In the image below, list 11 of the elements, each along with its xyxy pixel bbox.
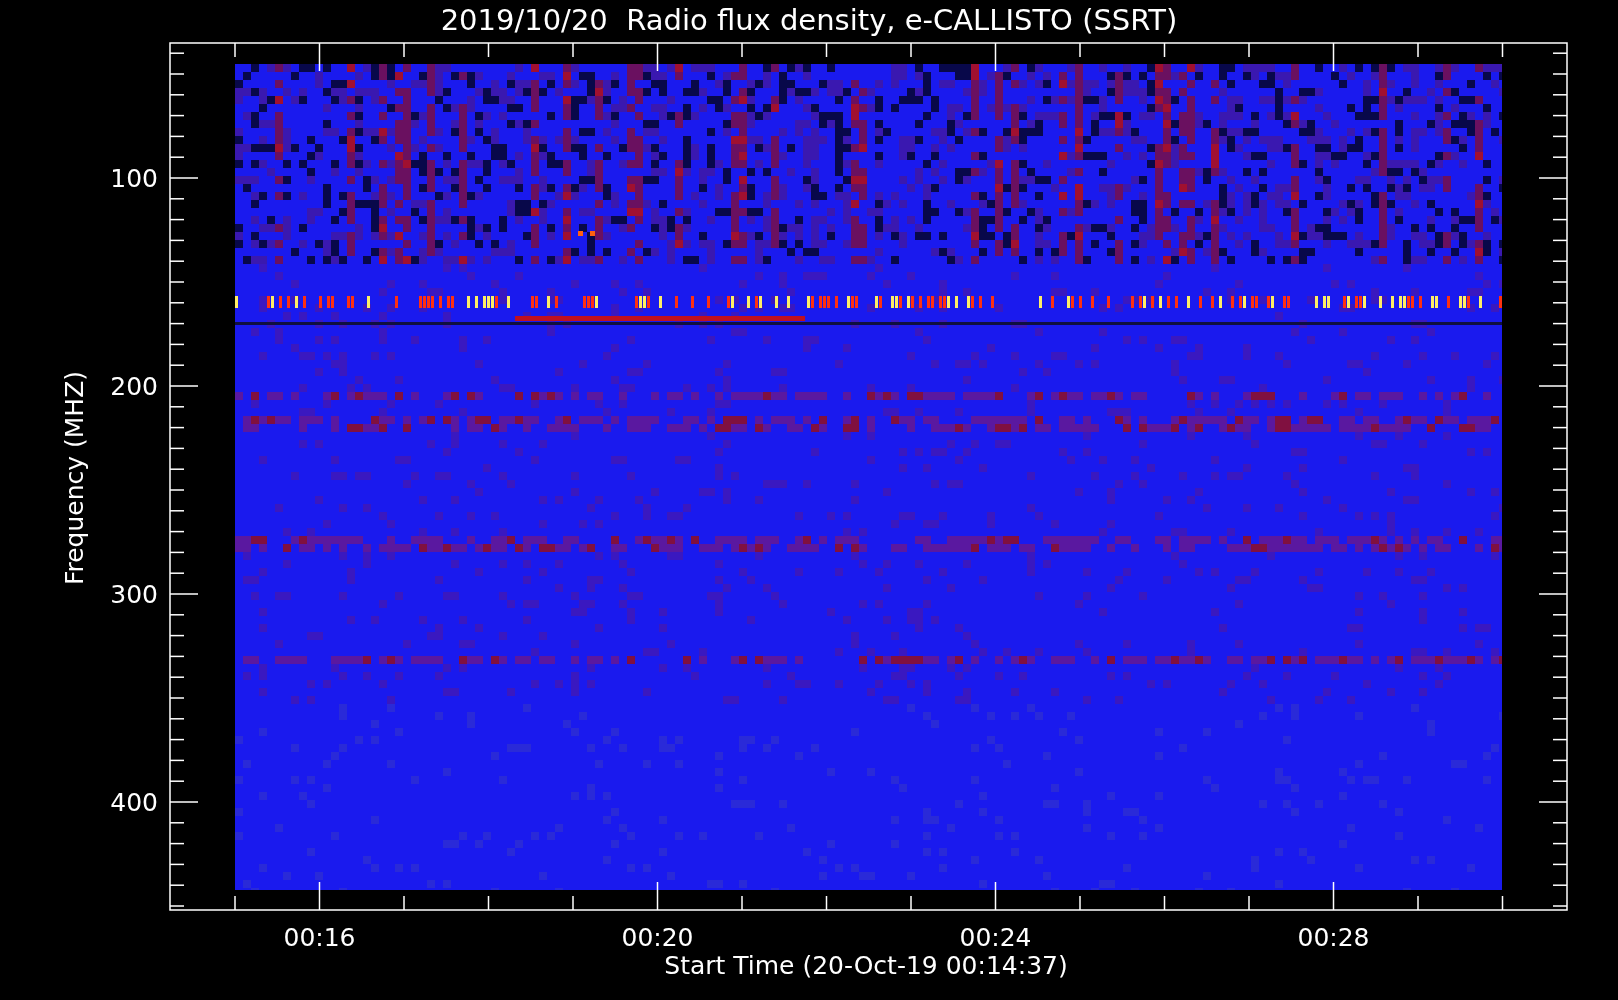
y-tick-label: 300 [110,582,158,607]
x-tick-label: 00:20 [621,925,694,950]
x-tick-label: 00:24 [959,925,1032,950]
x-axis-label: Start Time (20-Oct-19 00:14:37) [664,953,1068,978]
chart-title: 2019/10/20 Radio flux density, e-CALLISTO (SSRT) [440,6,1178,35]
y-tick-label: 100 [110,166,158,191]
y-tick-label: 400 [110,790,158,815]
x-tick-label: 00:16 [283,925,356,950]
x-tick-label: 00:28 [1297,925,1370,950]
y-axis-label: Frequency (MHZ) [61,370,87,586]
y-tick-label: 200 [110,374,158,399]
